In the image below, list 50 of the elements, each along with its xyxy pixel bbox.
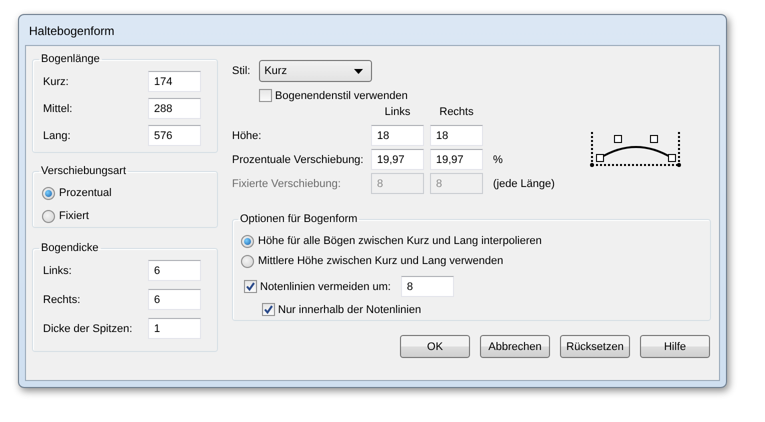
group-title: Optionen für Bogenform: [239, 213, 358, 225]
field-label: Rechts:: [42, 294, 80, 306]
number-field[interactable]: 1: [148, 318, 201, 339]
style-label: Stil:: [232, 65, 250, 77]
radio-label[interactable]: Mittlere Höhe zwischen Kurz und Lang verwenden: [258, 255, 504, 267]
number-field[interactable]: 6: [148, 289, 201, 310]
field-label: Links:: [42, 264, 72, 276]
window-title: Haltebogenform: [28, 23, 116, 40]
number-field[interactable]: 288: [148, 98, 201, 119]
column-header: Links: [384, 106, 412, 120]
checkbox[interactable]: [262, 303, 275, 316]
group-title: Bogenlänge: [40, 53, 101, 65]
radio-button[interactable]: [42, 210, 55, 222]
dialog-button[interactable]: Hilfe: [640, 335, 710, 358]
unit-label: %: [492, 154, 504, 166]
unit-label: (jede Länge): [492, 178, 556, 190]
number-field[interactable]: 19,97: [430, 149, 483, 170]
dialog-button[interactable]: Abbrechen: [480, 335, 550, 358]
radio-label[interactable]: Prozentual: [59, 187, 112, 199]
number-field[interactable]: 174: [148, 71, 201, 92]
group-title: Verschiebungsart: [40, 165, 127, 177]
field-label: Kurz:: [42, 76, 69, 88]
radio-label[interactable]: Fixiert: [59, 210, 89, 222]
checkbox-label[interactable]: Bogenendenstil verwenden: [275, 90, 408, 102]
group-title: Bogendicke: [40, 242, 100, 254]
field-label: Mittel:: [42, 102, 72, 114]
dialog-button[interactable]: OK: [400, 335, 470, 358]
field-label: Höhe:: [232, 130, 262, 142]
column-header: Rechts: [438, 106, 475, 120]
style-dropdown[interactable]: Kurz: [259, 60, 372, 82]
number-field[interactable]: 19,97: [371, 149, 424, 170]
radio-button[interactable]: [241, 254, 254, 268]
checkbox[interactable]: [259, 89, 272, 102]
radio-label[interactable]: Höhe für alle Bögen zwischen Kurz und Lang interpolieren: [258, 235, 542, 247]
checkbox-label[interactable]: Nur innerhalb der Notenlinien: [278, 304, 422, 316]
caret-icon: [354, 68, 364, 74]
checkbox[interactable]: [244, 280, 257, 293]
field-label: Fixierte Verschiebung:: [232, 178, 342, 190]
dialog-button[interactable]: Rücksetzen: [560, 335, 630, 358]
field-label: Prozentuale Verschiebung:: [232, 154, 364, 166]
number-field[interactable]: 6: [148, 260, 201, 281]
number-field[interactable]: 8: [400, 276, 454, 297]
checkbox-label[interactable]: Notenlinien vermeiden um:: [260, 280, 391, 292]
number-field[interactable]: 576: [148, 125, 201, 146]
number-field[interactable]: 18: [430, 125, 483, 146]
field-label: Lang:: [42, 130, 71, 142]
number-field[interactable]: 18: [371, 125, 424, 146]
radio-button[interactable]: [241, 234, 254, 248]
radio-button[interactable]: [42, 186, 55, 200]
field-label: Dicke der Spitzen:: [42, 322, 132, 334]
